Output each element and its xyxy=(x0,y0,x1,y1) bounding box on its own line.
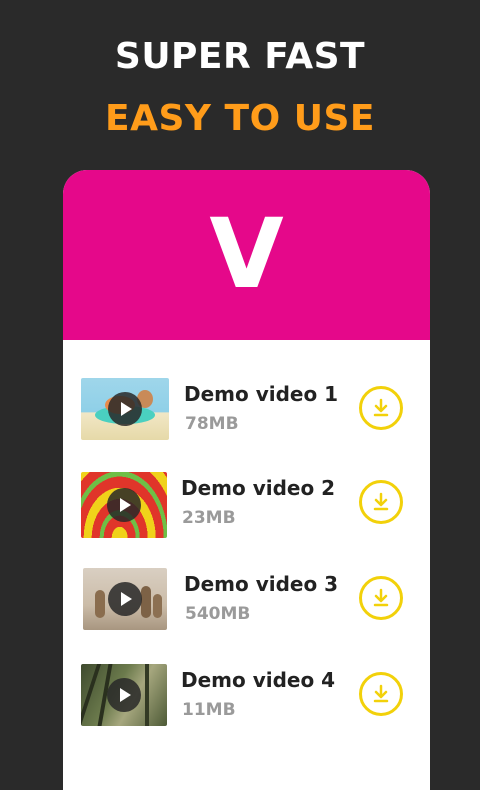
video-title: Demo video 3 xyxy=(184,572,339,596)
download-icon[interactable] xyxy=(359,672,403,716)
download-icon[interactable] xyxy=(359,480,403,524)
video-thumbnail[interactable] xyxy=(81,378,169,440)
play-icon[interactable] xyxy=(107,488,141,522)
video-size: 540MB xyxy=(185,604,251,624)
video-title: Demo video 4 xyxy=(181,668,336,692)
download-icon[interactable] xyxy=(359,576,403,620)
play-icon[interactable] xyxy=(108,392,142,426)
video-size: 23MB xyxy=(182,508,236,528)
card-header: V xyxy=(63,170,430,340)
download-icon[interactable] xyxy=(359,386,403,430)
video-thumbnail[interactable] xyxy=(81,664,167,726)
video-title: Demo video 1 xyxy=(184,382,339,406)
headline-super-fast: SUPER FAST xyxy=(114,36,366,77)
play-icon[interactable] xyxy=(108,582,142,616)
video-size: 78MB xyxy=(185,414,239,434)
list-item[interactable]: Demo video 4 11MB xyxy=(63,664,430,728)
list-item[interactable]: Demo video 3 540MB xyxy=(63,568,430,632)
video-title: Demo video 2 xyxy=(181,476,336,500)
play-icon[interactable] xyxy=(107,678,141,712)
app-card: V Demo video 1 78MB Demo video 2 23MB De… xyxy=(63,170,430,790)
headline-easy-to-use: EASY TO USE xyxy=(105,98,375,139)
video-thumbnail[interactable] xyxy=(83,568,167,630)
video-thumbnail[interactable] xyxy=(81,472,167,538)
video-size: 11MB xyxy=(182,700,236,720)
app-logo: V xyxy=(209,198,284,310)
list-item[interactable]: Demo video 1 78MB xyxy=(63,378,430,442)
list-item[interactable]: Demo video 2 23MB xyxy=(63,472,430,538)
